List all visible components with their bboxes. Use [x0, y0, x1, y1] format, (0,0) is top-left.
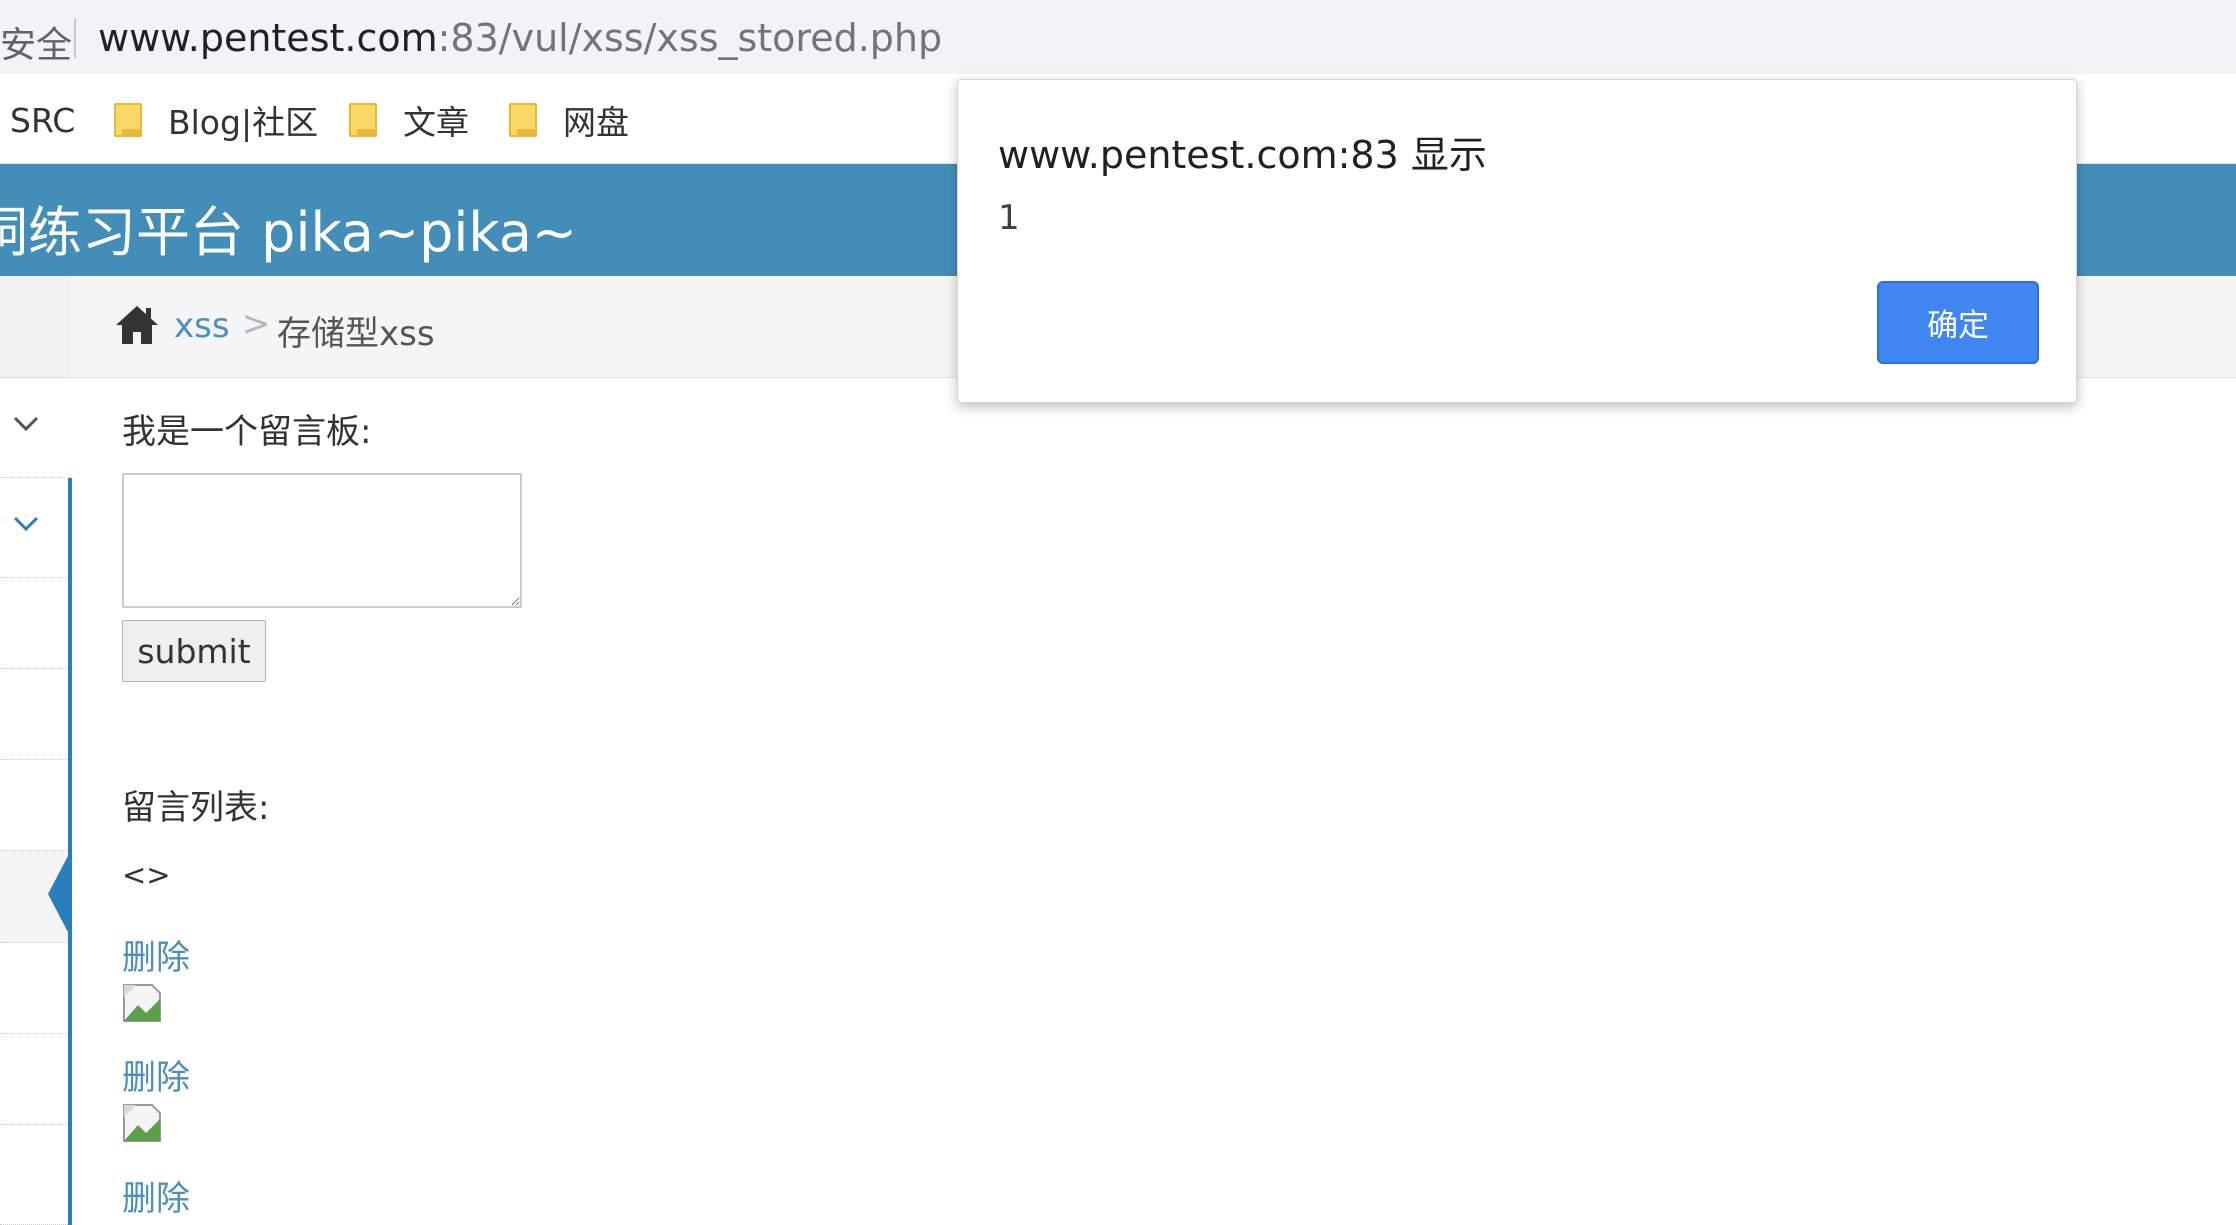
- sidebar-item-xss[interactable]: [0, 478, 70, 578]
- alert-dialog: www.pentest.com:83 显示 1 确定: [957, 79, 2077, 403]
- breadcrumb-current: 存储型xss: [277, 314, 435, 354]
- delete-link[interactable]: 删除: [122, 1050, 190, 1099]
- address-bar[interactable]: 安全 www.pentest.com:83/vul/xss/xss_stored…: [0, 0, 2236, 74]
- security-label[interactable]: 安全: [0, 16, 72, 68]
- ok-button[interactable]: 确定: [1877, 281, 2039, 364]
- alert-title: www.pentest.com:83 显示: [998, 133, 1487, 177]
- bookmark-label: 网盘: [563, 103, 629, 142]
- message-board-label: 我是一个留言板:: [122, 412, 372, 452]
- sidebar-toggle-area[interactable]: [0, 276, 70, 378]
- active-indicator-arrow: [48, 852, 70, 936]
- sidebar-subitem[interactable]: [0, 578, 70, 669]
- bookmark-blog[interactable]: Blog|社区: [114, 100, 318, 142]
- folder-icon: [349, 103, 377, 137]
- bookmark-label: Blog|社区: [168, 103, 319, 142]
- chevron-down-icon: [12, 508, 40, 541]
- url-text[interactable]: www.pentest.com:83/vul/xss/xss_stored.ph…: [98, 16, 942, 60]
- sidebar-item[interactable]: [0, 378, 70, 478]
- main-content: 我是一个留言板: submit 留言列表: <> 删除 删除 删除: [122, 378, 1922, 1225]
- address-divider: [74, 18, 76, 58]
- chevron-down-icon: [12, 408, 40, 441]
- folder-icon: [509, 103, 537, 137]
- delete-link[interactable]: 删除: [122, 930, 190, 979]
- broken-image-icon: [123, 1104, 161, 1142]
- url-host: www.pentest.com: [98, 16, 438, 60]
- message-list-title: 留言列表:: [122, 788, 270, 828]
- folder-icon: [114, 103, 142, 137]
- sidebar-subitem[interactable]: [0, 943, 70, 1034]
- sidebar-subitem[interactable]: [0, 1034, 70, 1125]
- home-icon[interactable]: [114, 304, 160, 346]
- bookmark-label: SRC: [10, 100, 76, 140]
- broken-image-icon: [123, 984, 161, 1022]
- bookmark-netdisk[interactable]: 网盘: [509, 100, 629, 142]
- message-entry-text: <>: [122, 858, 171, 892]
- submit-button[interactable]: submit: [122, 620, 266, 682]
- message-textarea[interactable]: [122, 473, 522, 608]
- sidebar-subitem[interactable]: [0, 760, 70, 851]
- sidebar-subitem[interactable]: [0, 1125, 70, 1225]
- breadcrumb-separator: >: [242, 304, 271, 344]
- alert-message: 1: [998, 198, 1020, 238]
- breadcrumb-xss-link[interactable]: xss: [174, 306, 230, 346]
- delete-link[interactable]: 删除: [122, 1171, 190, 1220]
- bookmark-label: 文章: [403, 103, 469, 142]
- bookmark-src[interactable]: SRC: [10, 100, 75, 140]
- sidebar: [0, 276, 70, 1225]
- site-title: 洞练习平台 pika~pika~: [0, 201, 578, 264]
- sidebar-subitem[interactable]: [0, 669, 70, 760]
- bookmark-articles[interactable]: 文章: [349, 100, 469, 142]
- url-path: :83/vul/xss/xss_stored.php: [437, 16, 943, 60]
